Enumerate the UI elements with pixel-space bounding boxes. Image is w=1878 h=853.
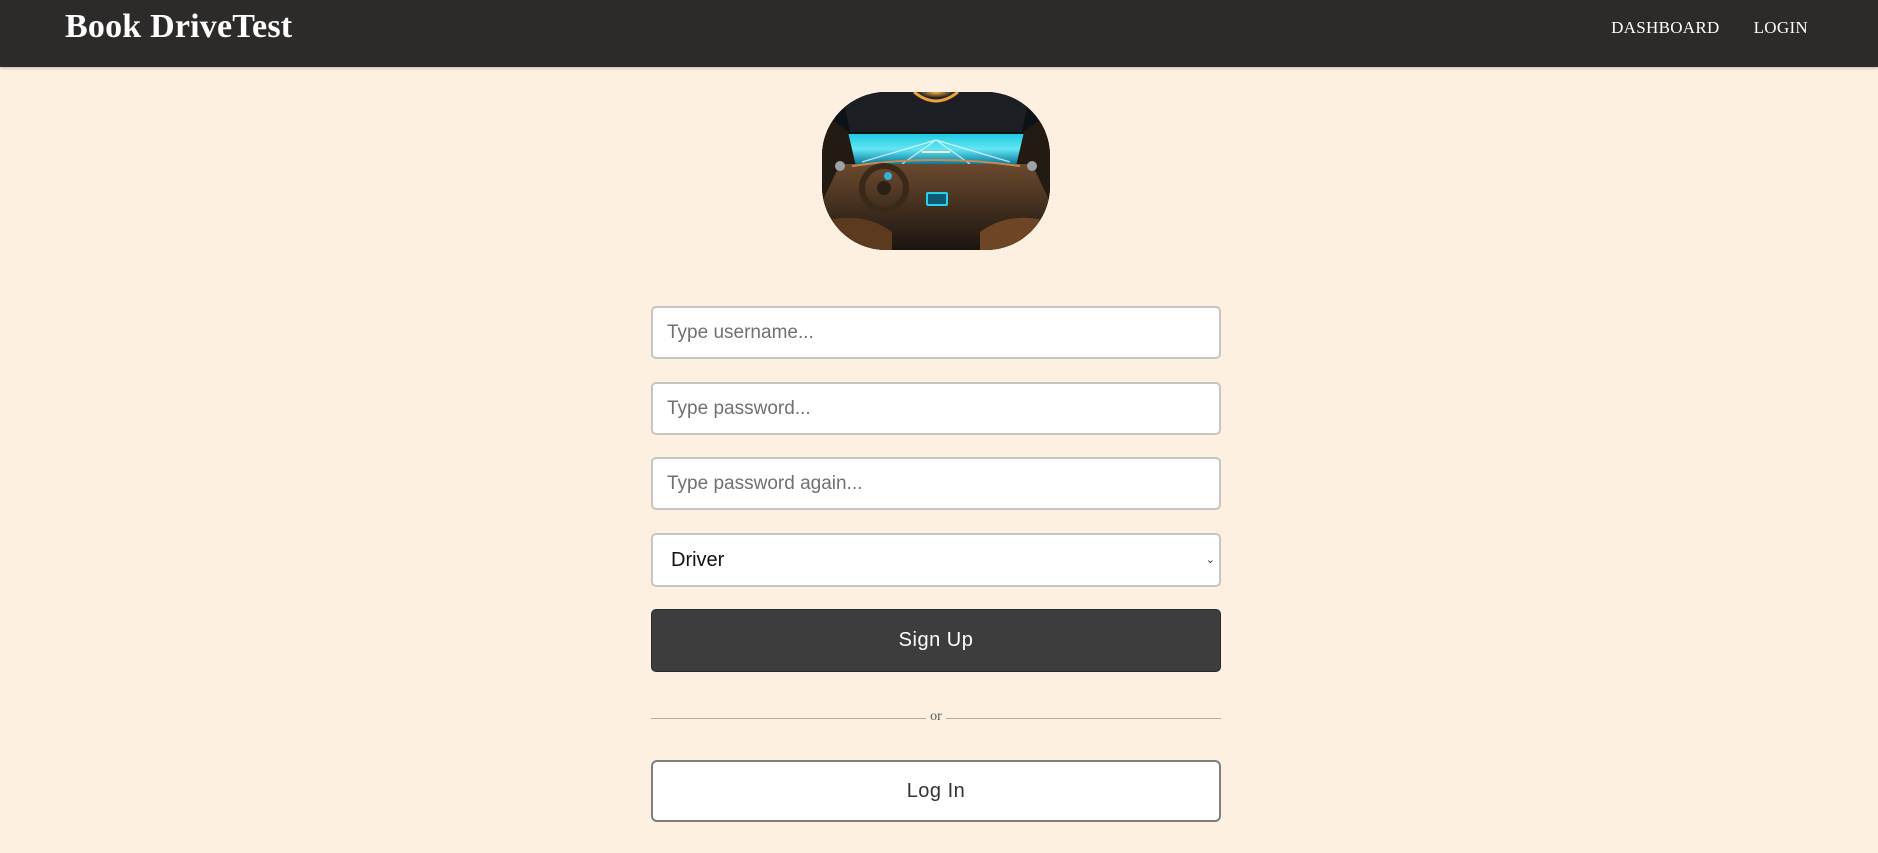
password-input[interactable]: [651, 382, 1221, 435]
divider-text: or: [930, 709, 942, 724]
nav-link-dashboard[interactable]: DASHBOARD: [1611, 18, 1720, 38]
car-interior-image: [822, 92, 1050, 250]
nav-links: DASHBOARD LOGIN: [1611, 18, 1808, 38]
username-input[interactable]: [651, 306, 1221, 359]
nav-link-login[interactable]: LOGIN: [1754, 18, 1808, 38]
user-type-select[interactable]: Driver ⌄: [651, 533, 1221, 587]
car-interior-photo: [822, 92, 1050, 250]
user-type-selected: Driver: [671, 549, 725, 571]
chevron-down-icon: ⌄: [1205, 554, 1215, 566]
password-again-input[interactable]: [651, 457, 1221, 510]
login-button[interactable]: Log In: [651, 760, 1221, 822]
signup-button[interactable]: Sign Up: [651, 609, 1221, 672]
divider-line-right: [946, 718, 1221, 719]
or-divider: or: [651, 706, 1221, 730]
navbar: Book DriveTest DASHBOARD LOGIN: [0, 0, 1878, 67]
brand-title[interactable]: Book DriveTest: [65, 8, 292, 46]
